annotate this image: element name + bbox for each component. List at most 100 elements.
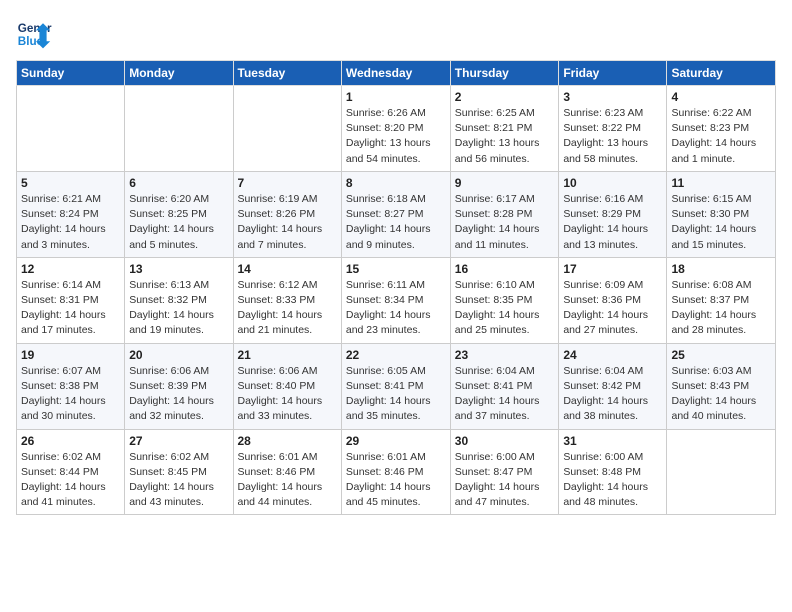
- day-number: 16: [455, 262, 555, 276]
- day-number: 13: [129, 262, 228, 276]
- day-number: 3: [563, 90, 662, 104]
- calendar-cell: 21Sunrise: 6:06 AM Sunset: 8:40 PM Dayli…: [233, 343, 341, 429]
- day-info: Sunrise: 6:06 AM Sunset: 8:39 PM Dayligh…: [129, 364, 228, 425]
- calendar-cell: 19 Sunrise: 6:07 AM Sunset: 8:38 PM Dayli…: [17, 343, 125, 429]
- calendar-cell: 8Sunrise: 6:18 AM Sunset: 8:27 PM Daylig…: [341, 171, 450, 257]
- calendar-cell: [17, 86, 125, 172]
- weekday-header: Tuesday: [233, 61, 341, 86]
- calendar-cell: 17Sunrise: 6:09 AM Sunset: 8:36 PM Dayli…: [559, 257, 667, 343]
- day-number: 30: [455, 434, 555, 448]
- day-number: 25: [671, 348, 771, 362]
- weekday-header: Wednesday: [341, 61, 450, 86]
- day-number: 18: [671, 262, 771, 276]
- day-info: Sunrise: 6:16 AM Sunset: 8:29 PM Dayligh…: [563, 192, 662, 253]
- day-info: Sunrise: 6:09 AM Sunset: 8:36 PM Dayligh…: [563, 278, 662, 339]
- day-number: 21: [238, 348, 337, 362]
- calendar-cell: 11Sunrise: 6:15 AM Sunset: 8:30 PM Dayli…: [667, 171, 776, 257]
- day-number: 24: [563, 348, 662, 362]
- day-number: 6: [129, 176, 228, 190]
- day-number: 1: [346, 90, 446, 104]
- day-number: 9: [455, 176, 555, 190]
- page-header: General Blue: [16, 16, 776, 52]
- day-info: Sunrise: 6:04 AM Sunset: 8:42 PM Dayligh…: [563, 364, 662, 425]
- calendar-week-row: 1 Sunrise: 6:26 AM Sunset: 8:20 PM Daylig…: [17, 86, 776, 172]
- day-info: Sunrise: 6:03 AM Sunset: 8:43 PM Dayligh…: [671, 364, 771, 425]
- calendar-cell: 18 Sunrise: 6:08 AM Sunset: 8:37 PM Dayli…: [667, 257, 776, 343]
- calendar-cell: 24 Sunrise: 6:04 AM Sunset: 8:42 PM Dayli…: [559, 343, 667, 429]
- day-number: 14: [238, 262, 337, 276]
- day-info: Sunrise: 6:22 AM Sunset: 8:23 PM Dayligh…: [671, 106, 771, 167]
- calendar-cell: 23 Sunrise: 6:04 AM Sunset: 8:41 PM Dayli…: [450, 343, 559, 429]
- calendar-cell: 10Sunrise: 6:16 AM Sunset: 8:29 PM Dayli…: [559, 171, 667, 257]
- day-info: Sunrise: 6:07 AM Sunset: 8:38 PM Dayligh…: [21, 364, 120, 425]
- day-info: Sunrise: 6:14 AM Sunset: 8:31 PM Dayligh…: [21, 278, 120, 339]
- logo: General Blue: [16, 16, 52, 52]
- weekday-header: Saturday: [667, 61, 776, 86]
- calendar-cell: 22 Sunrise: 6:05 AM Sunset: 8:41 PM Dayli…: [341, 343, 450, 429]
- day-info: Sunrise: 6:00 AM Sunset: 8:47 PM Dayligh…: [455, 450, 555, 511]
- calendar-cell: 26 Sunrise: 6:02 AM Sunset: 8:44 PM Dayli…: [17, 429, 125, 515]
- calendar-cell: 15 Sunrise: 6:11 AM Sunset: 8:34 PM Dayli…: [341, 257, 450, 343]
- day-number: 19: [21, 348, 120, 362]
- day-number: 20: [129, 348, 228, 362]
- calendar-cell: 12 Sunrise: 6:14 AM Sunset: 8:31 PM Dayli…: [17, 257, 125, 343]
- calendar-cell: 6 Sunrise: 6:20 AM Sunset: 8:25 PM Daylig…: [125, 171, 233, 257]
- calendar-cell: [125, 86, 233, 172]
- day-info: Sunrise: 6:01 AM Sunset: 8:46 PM Dayligh…: [238, 450, 337, 511]
- day-number: 22: [346, 348, 446, 362]
- day-number: 15: [346, 262, 446, 276]
- day-info: Sunrise: 6:05 AM Sunset: 8:41 PM Dayligh…: [346, 364, 446, 425]
- day-number: 26: [21, 434, 120, 448]
- day-number: 28: [238, 434, 337, 448]
- day-number: 27: [129, 434, 228, 448]
- weekday-header: Friday: [559, 61, 667, 86]
- calendar-cell: 1 Sunrise: 6:26 AM Sunset: 8:20 PM Daylig…: [341, 86, 450, 172]
- day-number: 5: [21, 176, 120, 190]
- weekday-header: Sunday: [17, 61, 125, 86]
- day-info: Sunrise: 6:02 AM Sunset: 8:44 PM Dayligh…: [21, 450, 120, 511]
- calendar-week-row: 19 Sunrise: 6:07 AM Sunset: 8:38 PM Dayli…: [17, 343, 776, 429]
- calendar-cell: 28 Sunrise: 6:01 AM Sunset: 8:46 PM Dayli…: [233, 429, 341, 515]
- calendar-cell: 13 Sunrise: 6:13 AM Sunset: 8:32 PM Dayli…: [125, 257, 233, 343]
- calendar-cell: 16 Sunrise: 6:10 AM Sunset: 8:35 PM Dayli…: [450, 257, 559, 343]
- day-number: 7: [238, 176, 337, 190]
- day-info: Sunrise: 6:17 AM Sunset: 8:28 PM Dayligh…: [455, 192, 555, 253]
- calendar-cell: 27 Sunrise: 6:02 AM Sunset: 8:45 PM Dayli…: [125, 429, 233, 515]
- day-number: 2: [455, 90, 555, 104]
- calendar-cell: 5 Sunrise: 6:21 AM Sunset: 8:24 PM Daylig…: [17, 171, 125, 257]
- day-info: Sunrise: 6:08 AM Sunset: 8:37 PM Dayligh…: [671, 278, 771, 339]
- day-info: Sunrise: 6:20 AM Sunset: 8:25 PM Dayligh…: [129, 192, 228, 253]
- day-info: Sunrise: 6:26 AM Sunset: 8:20 PM Dayligh…: [346, 106, 446, 167]
- weekday-header: Monday: [125, 61, 233, 86]
- calendar-table: SundayMondayTuesdayWednesdayThursdayFrid…: [16, 60, 776, 515]
- day-info: Sunrise: 6:12 AM Sunset: 8:33 PM Dayligh…: [238, 278, 337, 339]
- calendar-cell: 14 Sunrise: 6:12 AM Sunset: 8:33 PM Dayli…: [233, 257, 341, 343]
- calendar-cell: [233, 86, 341, 172]
- day-info: Sunrise: 6:19 AM Sunset: 8:26 PM Dayligh…: [238, 192, 337, 253]
- day-info: Sunrise: 6:04 AM Sunset: 8:41 PM Dayligh…: [455, 364, 555, 425]
- day-info: Sunrise: 6:10 AM Sunset: 8:35 PM Dayligh…: [455, 278, 555, 339]
- calendar-week-row: 5 Sunrise: 6:21 AM Sunset: 8:24 PM Daylig…: [17, 171, 776, 257]
- day-info: Sunrise: 6:11 AM Sunset: 8:34 PM Dayligh…: [346, 278, 446, 339]
- calendar-cell: 2 Sunrise: 6:25 AM Sunset: 8:21 PM Daylig…: [450, 86, 559, 172]
- calendar-week-row: 26 Sunrise: 6:02 AM Sunset: 8:44 PM Dayli…: [17, 429, 776, 515]
- day-number: 23: [455, 348, 555, 362]
- calendar-cell: 7 Sunrise: 6:19 AM Sunset: 8:26 PM Daylig…: [233, 171, 341, 257]
- day-info: Sunrise: 6:13 AM Sunset: 8:32 PM Dayligh…: [129, 278, 228, 339]
- calendar-cell: 4Sunrise: 6:22 AM Sunset: 8:23 PM Daylig…: [667, 86, 776, 172]
- day-info: Sunrise: 6:00 AM Sunset: 8:48 PM Dayligh…: [563, 450, 662, 511]
- day-number: 29: [346, 434, 446, 448]
- calendar-cell: [667, 429, 776, 515]
- calendar-cell: 20 Sunrise: 6:06 AM Sunset: 8:39 PM Dayli…: [125, 343, 233, 429]
- calendar-cell: 9 Sunrise: 6:17 AM Sunset: 8:28 PM Daylig…: [450, 171, 559, 257]
- day-info: Sunrise: 6:23 AM Sunset: 8:22 PM Dayligh…: [563, 106, 662, 167]
- weekday-header: Thursday: [450, 61, 559, 86]
- day-info: Sunrise: 6:21 AM Sunset: 8:24 PM Dayligh…: [21, 192, 120, 253]
- day-number: 8: [346, 176, 446, 190]
- calendar-cell: 31Sunrise: 6:00 AM Sunset: 8:48 PM Dayli…: [559, 429, 667, 515]
- day-info: Sunrise: 6:02 AM Sunset: 8:45 PM Dayligh…: [129, 450, 228, 511]
- calendar-cell: 29Sunrise: 6:01 AM Sunset: 8:46 PM Dayli…: [341, 429, 450, 515]
- calendar-cell: 25 Sunrise: 6:03 AM Sunset: 8:43 PM Dayli…: [667, 343, 776, 429]
- day-info: Sunrise: 6:25 AM Sunset: 8:21 PM Dayligh…: [455, 106, 555, 167]
- day-number: 12: [21, 262, 120, 276]
